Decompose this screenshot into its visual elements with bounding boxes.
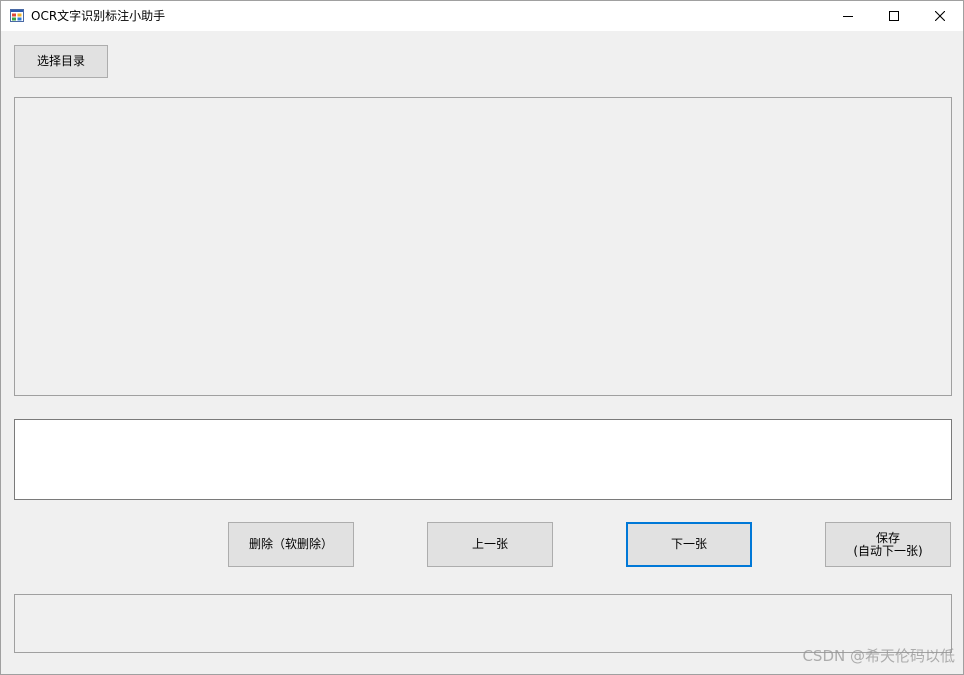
previous-button[interactable]: 上一张 [427, 522, 553, 567]
save-button[interactable]: 保存 (自动下一张) [825, 522, 951, 567]
select-directory-label: 选择目录 [36, 54, 85, 68]
title-bar[interactable]: OCR文字识别标注小助手 [1, 1, 963, 31]
next-label: 下一张 [670, 537, 707, 551]
image-preview-panel [14, 97, 952, 396]
watermark-text: CSDN @希天伦码以低 [802, 647, 955, 665]
delete-label: 删除（软删除） [248, 537, 333, 551]
maximize-button[interactable] [871, 1, 917, 31]
save-label: 保存 (自动下一张) [853, 530, 923, 558]
app-window-icon [10, 9, 24, 22]
minimize-icon [843, 11, 853, 21]
delete-button[interactable]: 删除（软删除） [228, 522, 354, 567]
ocr-text-input[interactable] [14, 419, 952, 500]
next-button[interactable]: 下一张 [626, 522, 752, 567]
close-icon [935, 11, 945, 21]
minimize-button[interactable] [825, 1, 871, 31]
select-directory-button[interactable]: 选择目录 [14, 45, 108, 78]
window-title: OCR文字识别标注小助手 [31, 9, 166, 23]
close-button[interactable] [917, 1, 963, 31]
maximize-icon [889, 11, 899, 21]
previous-label: 上一张 [471, 537, 508, 551]
main-window: OCR文字识别标注小助手 选择目录 删除（软删除） 上一张 下一张 保存 (自动 [0, 0, 964, 675]
